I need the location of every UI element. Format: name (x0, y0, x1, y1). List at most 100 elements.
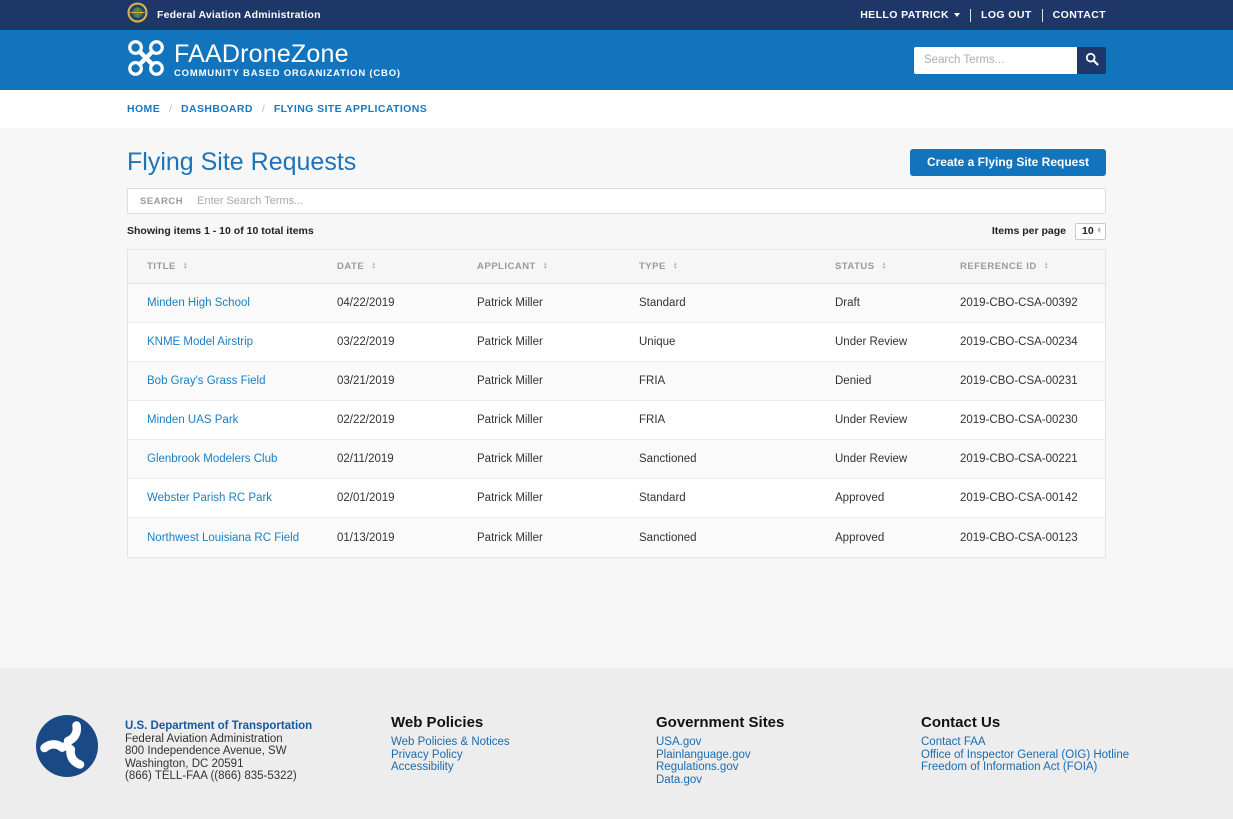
cell-value: FRIA (639, 375, 665, 387)
drone-quadcopter-icon (127, 39, 165, 82)
user-menu[interactable]: HELLO PATRICK (860, 9, 960, 21)
request-title-link[interactable]: Webster Parish RC Park (147, 492, 272, 504)
sort-updown-icon[interactable]: ▲▼ (1044, 263, 1049, 270)
table-row: Bob Gray's Grass Field03/21/2019Patrick … (128, 362, 1105, 401)
cell-value: FRIA (639, 414, 665, 426)
column-header[interactable]: DATE▲▼ (318, 250, 458, 283)
cell-date: 03/22/2019 (318, 323, 458, 361)
table-row: Minden UAS Park02/22/2019Patrick MillerF… (128, 401, 1105, 440)
request-title-link[interactable]: Minden High School (147, 297, 250, 309)
footer-link[interactable]: Freedom of Information Act (FOIA) (921, 761, 1129, 774)
faadronezone-logo[interactable]: FAADroneZone COMMUNITY BASED ORGANIZATIO… (127, 39, 401, 82)
cell-status: Approved (816, 518, 941, 557)
logout-link[interactable]: LOG OUT (981, 9, 1032, 21)
cell-value: 2019-CBO-CSA-00230 (960, 414, 1078, 426)
cell-type: Sanctioned (620, 440, 816, 478)
sort-updown-icon[interactable]: ▲▼ (543, 263, 548, 270)
brand-subtitle: COMMUNITY BASED ORGANIZATION (CBO) (174, 68, 401, 79)
cell-reference_id: 2019-CBO-CSA-00230 (941, 401, 1105, 439)
table-row: KNME Model Airstrip03/22/2019Patrick Mil… (128, 323, 1105, 362)
cell-date: 02/11/2019 (318, 440, 458, 478)
table-row: Minden High School04/22/2019Patrick Mill… (128, 284, 1105, 323)
cell-title: Minden UAS Park (128, 401, 318, 439)
column-header[interactable]: REFERENCE ID ▲▼ (941, 250, 1105, 283)
cell-value: Denied (835, 375, 871, 387)
request-title-link[interactable]: Northwest Louisiana RC Field (147, 532, 299, 544)
footer-link[interactable]: Accessibility (391, 761, 510, 774)
breadcrumb-link[interactable]: DASHBOARD (181, 103, 253, 115)
footer-address-line: 800 Independence Avenue, SW (125, 745, 312, 758)
table-search-bar: SEARCH (127, 188, 1106, 214)
column-header[interactable]: APPLICANT▲▼ (458, 250, 620, 283)
breadcrumb-separator: / (169, 103, 172, 115)
sort-updown-icon[interactable]: ▲▼ (183, 263, 188, 270)
footer-link[interactable]: Regulations.gov (656, 761, 784, 774)
cell-value: Patrick Miller (477, 492, 543, 504)
cell-type: Standard (620, 479, 816, 517)
cell-reference_id: 2019-CBO-CSA-00231 (941, 362, 1105, 400)
footer-link[interactable]: Privacy Policy (391, 749, 510, 762)
footer-phone-line: (866) TELL-FAA ((866) 835-5322) (125, 770, 312, 783)
cell-applicant: Patrick Miller (458, 401, 620, 439)
column-header-label: TITLE (147, 261, 176, 272)
faa-seal-icon (127, 2, 148, 28)
sort-updown-icon[interactable]: ▲▼ (371, 263, 376, 270)
items-per-page-label: Items per page (992, 225, 1066, 237)
footer-link[interactable]: Contact FAA (921, 736, 1129, 749)
sort-updown-icon[interactable]: ▲▼ (673, 263, 678, 270)
column-header[interactable]: TITLE ▲▼ (128, 250, 318, 283)
create-flying-site-request-button[interactable]: Create a Flying Site Request (910, 149, 1106, 176)
breadcrumb-link[interactable]: FLYING SITE APPLICATIONS (274, 103, 427, 115)
cell-value: Draft (835, 297, 860, 309)
footer-heading: Web Policies (391, 714, 510, 731)
brand-title: FAADroneZone (174, 42, 401, 67)
cell-title: Northwest Louisiana RC Field (128, 518, 318, 557)
sort-updown-icon[interactable]: ▲▼ (882, 263, 887, 270)
footer-link[interactable]: Office of Inspector General (OIG) Hotlin… (921, 749, 1129, 762)
table-body: Minden High School04/22/2019Patrick Mill… (128, 284, 1105, 557)
dot-department-link[interactable]: U.S. Department of Transportation (125, 720, 312, 733)
site-search-button[interactable] (1077, 47, 1106, 74)
cell-value: Unique (639, 336, 675, 348)
footer-heading: Government Sites (656, 714, 784, 731)
spinner-arrows-icon[interactable]: ▲▼ (1097, 228, 1102, 235)
divider (1042, 9, 1043, 22)
main-content: Flying Site Requests Create a Flying Sit… (0, 128, 1233, 668)
cell-status: Under Review (816, 401, 941, 439)
cell-reference_id: 2019-CBO-CSA-00392 (941, 284, 1105, 322)
breadcrumb-link[interactable]: HOME (127, 103, 160, 115)
footer-link[interactable]: Plainlanguage.gov (656, 749, 784, 762)
footer-link[interactable]: Web Policies & Notices (391, 736, 510, 749)
cell-value: Under Review (835, 453, 907, 465)
items-per-page-input[interactable]: 10 ▲▼ (1075, 223, 1106, 240)
column-header[interactable]: STATUS▲▼ (816, 250, 941, 283)
cell-value: Sanctioned (639, 453, 697, 465)
request-title-link[interactable]: Glenbrook Modelers Club (147, 453, 277, 465)
cell-value: 2019-CBO-CSA-00221 (960, 453, 1078, 465)
items-per-page-value: 10 (1082, 225, 1094, 237)
table-header-row: TITLE▲▼DATE▲▼APPLICANT▲▼TYPE▲▼STATUS▲▼RE… (128, 250, 1105, 284)
footer-link[interactable]: USA.gov (656, 736, 784, 749)
cell-date: 01/13/2019 (318, 518, 458, 557)
column-header[interactable]: TYPE▲▼ (620, 250, 816, 283)
cell-value: Under Review (835, 336, 907, 348)
results-count: Showing items 1 - 10 of 10 total items (127, 225, 314, 237)
dot-triskelion-logo (35, 714, 99, 783)
request-title-link[interactable]: Minden UAS Park (147, 414, 238, 426)
contact-link[interactable]: CONTACT (1053, 9, 1106, 21)
column-header-label: REFERENCE ID (960, 261, 1037, 272)
table-row: Webster Parish RC Park02/01/2019Patrick … (128, 479, 1105, 518)
cell-type: FRIA (620, 362, 816, 400)
cell-value: 2019-CBO-CSA-00142 (960, 492, 1078, 504)
footer-link[interactable]: Data.gov (656, 774, 784, 787)
cell-type: Unique (620, 323, 816, 361)
request-title-link[interactable]: Bob Gray's Grass Field (147, 375, 266, 387)
breadcrumb-separator: / (262, 103, 265, 115)
table-row: Glenbrook Modelers Club02/11/2019Patrick… (128, 440, 1105, 479)
cell-value: Sanctioned (639, 532, 697, 544)
cell-title: Minden High School (128, 284, 318, 322)
request-title-link[interactable]: KNME Model Airstrip (147, 336, 253, 348)
table-search-input[interactable] (197, 195, 1105, 207)
cell-value: 2019-CBO-CSA-00231 (960, 375, 1078, 387)
site-search-input[interactable] (914, 47, 1077, 74)
